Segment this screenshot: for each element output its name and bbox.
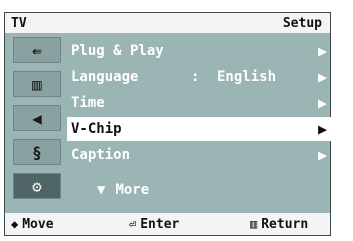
arrow-right-icon: ▶ — [317, 42, 327, 60]
input-icon[interactable]: ⇚ — [13, 37, 61, 63]
move-label: Move — [22, 217, 54, 232]
menu-item-label: Language — [71, 69, 139, 85]
arrow-right-icon: ▶ — [317, 146, 327, 164]
tv-osd-screen: TV Setup ⇚ ▥ ◀ § ⚙ Plug & Play ▶ Languag… — [4, 12, 331, 236]
triangle-down-icon: ▼ — [97, 182, 106, 198]
menu-item-plug-and-play[interactable]: Plug & Play ▶ — [67, 39, 331, 63]
menu-item-caption[interactable]: Caption ▶ — [67, 143, 331, 167]
menu-item-v-chip[interactable]: V-Chip ▶ — [67, 117, 331, 141]
menu-item-language[interactable]: Language : English ▶ — [67, 65, 331, 89]
setup-icon[interactable]: ⚙ — [13, 173, 61, 199]
return-hint: ▥ Return — [250, 217, 308, 232]
menu-item-label: V-Chip — [71, 121, 122, 137]
enter-label: Enter — [140, 217, 180, 232]
menu-title: Setup — [282, 16, 322, 31]
picture-icon[interactable]: ▥ — [13, 71, 61, 97]
value-separator: : — [191, 69, 200, 85]
arrow-right-icon: ▶ — [317, 120, 327, 138]
arrow-right-icon: ▶ — [317, 94, 327, 112]
return-icon: ▥ — [250, 217, 258, 231]
footer-bar: ◆ Move ⏎ Enter ▥ Return — [5, 213, 330, 235]
category-icon-column: ⇚ ▥ ◀ § ⚙ — [13, 37, 61, 207]
arrow-right-icon: ▶ — [317, 68, 327, 86]
title-bar: TV Setup — [5, 13, 330, 33]
menu-item-time[interactable]: Time ▶ — [67, 91, 331, 115]
move-hint: ◆ Move — [11, 217, 54, 232]
sound-icon[interactable]: ◀ — [13, 105, 61, 131]
language-value: English — [217, 69, 277, 85]
menu-item-label: Time — [71, 95, 105, 111]
enter-icon: ⏎ — [129, 217, 137, 231]
menu-item-label: Plug & Play — [71, 43, 164, 59]
move-arrows-icon: ◆ — [11, 217, 19, 231]
enter-hint: ⏎ Enter — [129, 217, 179, 232]
source-title: TV — [11, 16, 27, 31]
more-button[interactable]: ▼ More — [97, 182, 149, 198]
menu-item-label: Caption — [71, 147, 131, 163]
more-label: More — [115, 182, 150, 198]
channel-icon[interactable]: § — [13, 139, 61, 165]
return-label: Return — [261, 217, 309, 232]
